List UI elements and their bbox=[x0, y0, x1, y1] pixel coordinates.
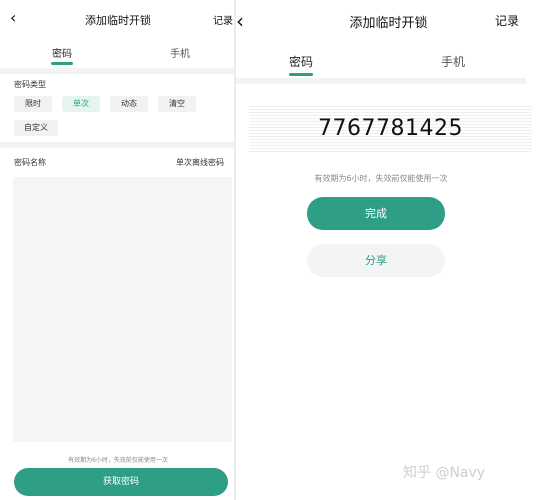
right-header: ‹ 添加临时开锁 记录 bbox=[236, 0, 541, 40]
tab-indicator bbox=[51, 62, 73, 65]
validity-hint: 有效期为6小时，失效前仅能使用一次 bbox=[68, 457, 168, 464]
separator bbox=[0, 142, 236, 148]
page-title: 添加临时开锁 bbox=[85, 14, 151, 27]
separator bbox=[236, 78, 526, 84]
password-value: 7767781425 bbox=[318, 116, 463, 141]
password-name-label: 密码名称 bbox=[14, 158, 46, 167]
chip-single-use[interactable]: 单次 bbox=[62, 96, 100, 112]
record-link[interactable]: 记录 bbox=[495, 12, 519, 29]
tab-password[interactable]: 密码 bbox=[40, 45, 84, 60]
chip-custom[interactable]: 自定义 bbox=[14, 120, 58, 136]
done-button[interactable]: 完成 bbox=[307, 197, 445, 230]
share-button[interactable]: 分享 bbox=[307, 244, 445, 277]
left-screen: ‹ 添加临时开锁 记录 密码 手机 密码类型 限时 单次 动态 清空 自定义 密… bbox=[0, 0, 236, 500]
chip-clear[interactable]: 清空 bbox=[158, 96, 196, 112]
validity-hint: 有效期为6小时，失效前仅能使用一次 bbox=[314, 174, 448, 183]
watermark: 知乎 @Navy bbox=[403, 465, 486, 481]
record-link[interactable]: 记录 bbox=[213, 12, 233, 27]
chip-limited-time[interactable]: 限时 bbox=[14, 96, 52, 112]
chip-dynamic[interactable]: 动态 bbox=[110, 96, 148, 112]
password-name-value: 单次离线密码 bbox=[176, 158, 224, 167]
password-name-area bbox=[13, 177, 232, 442]
right-screen: ‹ 添加临时开锁 记录 密码 手机 7767781425 有效期为6小时，失效前… bbox=[236, 0, 541, 500]
tab-password[interactable]: 密码 bbox=[276, 53, 326, 70]
separator bbox=[0, 68, 236, 74]
password-type-label: 密码类型 bbox=[14, 80, 46, 89]
tab-phone[interactable]: 手机 bbox=[428, 53, 478, 70]
tab-phone[interactable]: 手机 bbox=[158, 45, 202, 60]
get-password-button[interactable]: 获取密码 bbox=[14, 468, 228, 496]
password-display: 7767781425 bbox=[249, 104, 532, 154]
left-header: ‹ 添加临时开锁 记录 bbox=[0, 0, 236, 40]
tab-indicator bbox=[289, 73, 313, 76]
